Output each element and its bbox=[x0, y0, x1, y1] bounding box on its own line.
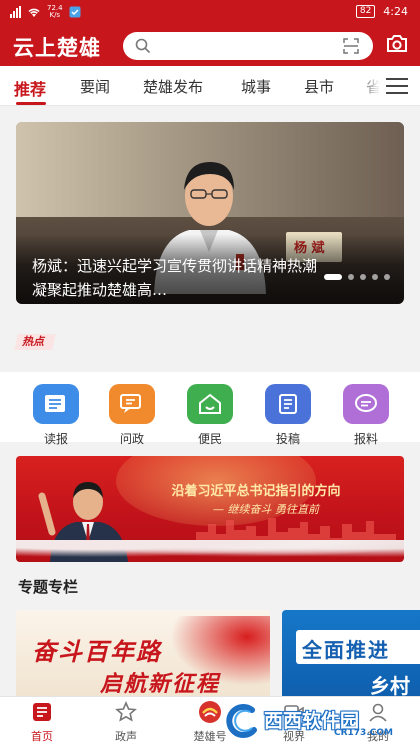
service-read-paper[interactable]: 读报 bbox=[26, 384, 86, 447]
star-badge-icon bbox=[96, 700, 156, 724]
search-input[interactable] bbox=[123, 32, 373, 60]
topic-card[interactable]: 全面推进 乡村 bbox=[282, 610, 420, 696]
channel-tabs: 推荐 要闻 楚雄发布 城事 县市 省 bbox=[0, 66, 420, 106]
chat-question-icon bbox=[109, 384, 155, 424]
cellular-signal-icon bbox=[10, 6, 21, 18]
carousel-dot bbox=[384, 274, 390, 280]
network-speed: 72.4 K/s bbox=[47, 4, 63, 19]
channel-menu-button[interactable] bbox=[386, 78, 408, 94]
service-tip-off[interactable]: 报料 bbox=[336, 384, 396, 447]
headline-carousel[interactable]: 杨 斌 杨斌：迅速兴起学习宣传贯彻讲话精神热潮 凝聚起推动楚雄高… bbox=[16, 122, 404, 304]
wifi-icon bbox=[28, 8, 40, 17]
app-header: 云上楚雄 bbox=[0, 26, 420, 66]
service-submit[interactable]: 投稿 bbox=[258, 384, 318, 447]
watermark-logo bbox=[226, 703, 257, 738]
app-logo: 云上楚雄 bbox=[13, 35, 101, 60]
section-title: 专题专栏 bbox=[18, 578, 79, 596]
site-watermark: 西西软件园 CR173.COM bbox=[222, 700, 412, 742]
search-icon bbox=[135, 38, 151, 54]
banner-caption: 杨斌：迅速兴起学习宣传贯彻讲话精神热潮 凝聚起推动楚雄高… bbox=[32, 257, 318, 299]
nav-voice[interactable]: 政声 bbox=[96, 700, 156, 744]
hot-topics-bar bbox=[0, 322, 420, 362]
carousel-dot bbox=[372, 274, 378, 280]
document-submit-icon bbox=[265, 384, 311, 424]
service-ask-government[interactable]: 问政 bbox=[102, 384, 162, 447]
battery-indicator: 82 bbox=[355, 5, 376, 18]
camera-icon[interactable] bbox=[386, 34, 408, 53]
scan-icon[interactable] bbox=[343, 38, 359, 54]
home-page-icon bbox=[12, 700, 72, 724]
watermark-site: CR173.COM bbox=[334, 728, 393, 738]
newspaper-icon bbox=[33, 384, 79, 424]
topic-card[interactable]: 奋斗百年路 启航新征程 bbox=[16, 610, 270, 696]
nav-home[interactable]: 首页 bbox=[12, 700, 72, 744]
topic-line2: 启航新征程 bbox=[100, 671, 221, 696]
tab-news[interactable]: 要闻 bbox=[80, 76, 110, 97]
carousel-dot bbox=[348, 274, 354, 280]
tab-chuxiong-release[interactable]: 楚雄发布 bbox=[143, 76, 203, 97]
status-bar: 72.4 K/s 82 4:24 bbox=[0, 0, 420, 26]
promo-banner[interactable]: 沿着习近平总书记指引的方向 — 继续奋斗 勇往直前 bbox=[16, 456, 404, 562]
active-tab-indicator bbox=[16, 102, 46, 105]
tab-recommend[interactable]: 推荐 bbox=[14, 76, 46, 100]
app-notification-icon bbox=[69, 6, 81, 18]
clock: 4:24 bbox=[383, 5, 408, 18]
hot-label: 热点 bbox=[22, 335, 44, 348]
topic-line2: 乡村 bbox=[370, 674, 410, 696]
skyline-graphic bbox=[196, 518, 396, 542]
promo-headline: 沿着习近平总书记指引的方向 bbox=[171, 484, 341, 499]
service-convenience[interactable]: 便民 bbox=[180, 384, 240, 447]
topic-line1: 奋斗百年路 bbox=[32, 637, 162, 666]
message-icon bbox=[343, 384, 389, 424]
carousel-indicator bbox=[324, 274, 390, 280]
topic-line1: 全面推进 bbox=[302, 638, 390, 662]
carousel-dot-active bbox=[324, 274, 342, 280]
home-icon bbox=[187, 384, 233, 424]
carousel-dot bbox=[360, 274, 366, 280]
tab-city[interactable]: 城事 bbox=[241, 76, 271, 97]
tab-counties[interactable]: 县市 bbox=[304, 76, 334, 97]
